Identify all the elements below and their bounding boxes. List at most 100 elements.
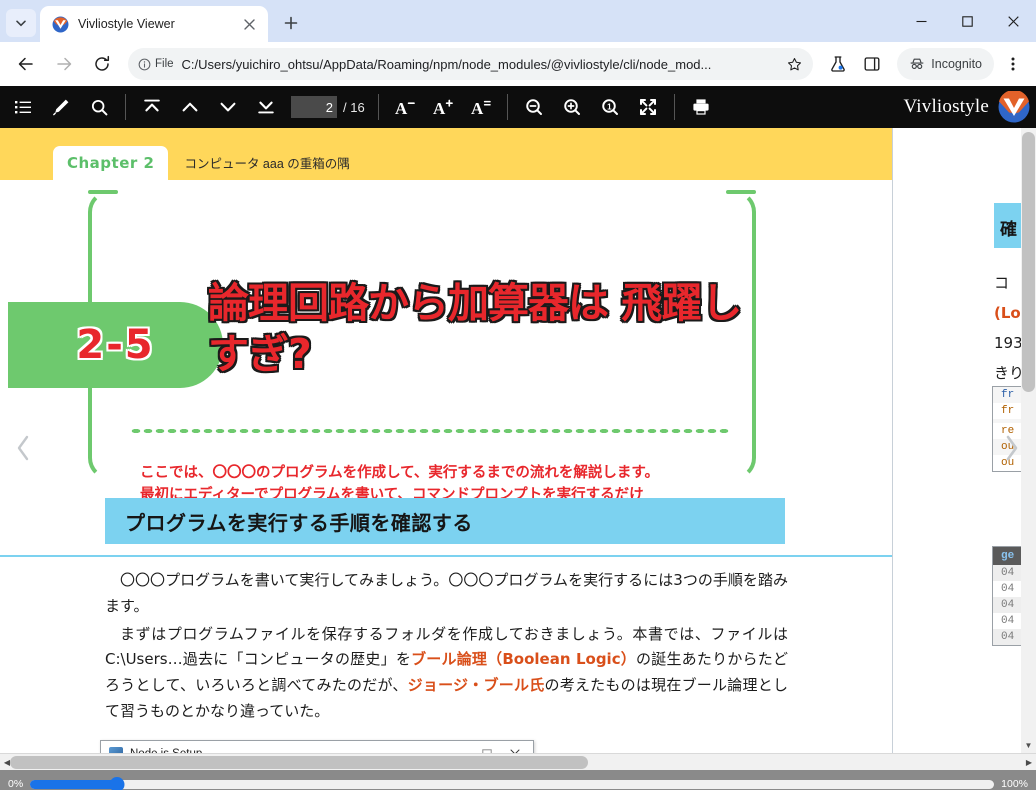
- default-font-button[interactable]: A: [462, 90, 500, 124]
- search-button[interactable]: [80, 90, 118, 124]
- forward-button[interactable]: [49, 49, 79, 79]
- decrease-font-button[interactable]: A: [386, 90, 424, 124]
- zoom-min-label: 0%: [8, 778, 24, 790]
- toolbar-divider: [673, 94, 675, 120]
- horizontal-scrollbar-thumb[interactable]: [10, 756, 588, 769]
- zoom-in-button[interactable]: [553, 90, 591, 124]
- scroll-down-arrow[interactable]: ▼: [1021, 738, 1036, 753]
- chevron-down-icon: [220, 102, 236, 112]
- section-title: 論理回路から加算器は 飛躍しすぎ?: [208, 279, 742, 379]
- increase-font-button[interactable]: A: [424, 90, 462, 124]
- zoom-slider[interactable]: [30, 776, 995, 790]
- svg-text:A: A: [395, 99, 408, 117]
- fit-to-screen-icon: [639, 99, 656, 115]
- jump-to-bottom-icon: [258, 101, 274, 114]
- tab-strip: Vivliostyle Viewer: [0, 0, 1036, 42]
- first-page-button[interactable]: [133, 90, 171, 124]
- zoom-out-button[interactable]: [515, 90, 553, 124]
- star-icon: [787, 57, 801, 70]
- hscroll-right-button[interactable]: ▶: [1022, 754, 1036, 771]
- fit-to-screen-button[interactable]: [629, 90, 667, 124]
- print-button[interactable]: [682, 90, 720, 124]
- printer-icon: [693, 99, 709, 115]
- next-page-arrow[interactable]: [995, 428, 1029, 468]
- toc-button[interactable]: [4, 90, 42, 124]
- browser-toolbar: File C:/Users/yuichiro_ohtsu/AppData/Roa…: [0, 42, 1036, 86]
- font-increase-icon: A: [433, 99, 453, 117]
- font-decrease-icon: A: [395, 99, 415, 117]
- tab-search-button[interactable]: [6, 9, 36, 37]
- vertical-scrollbar-thumb[interactable]: [1022, 132, 1035, 392]
- zoom-in-icon: [563, 99, 580, 115]
- svg-text:1: 1: [607, 102, 612, 111]
- new-tab-button[interactable]: [276, 8, 306, 38]
- next-page-button[interactable]: [209, 90, 247, 124]
- chapter-tab: Chapter 2: [53, 146, 169, 180]
- vivliostyle-logo-icon: [52, 16, 69, 32]
- experiments-button[interactable]: [823, 49, 853, 79]
- nodejs-setup-screenshot: Node.js Setup: [100, 740, 534, 753]
- toolbar-divider: [506, 94, 508, 120]
- incognito-icon: [910, 58, 924, 69]
- back-button[interactable]: [11, 49, 41, 79]
- jump-to-top-icon: [144, 99, 160, 112]
- side-panel-icon: [864, 57, 880, 71]
- page-total-label: / 16: [343, 99, 365, 115]
- paragraph-2-accent-1: ブール論理（Boolean Logic）: [411, 650, 637, 669]
- chapter-subtitle: コンピュータ aaa の重箱の隅: [184, 157, 350, 171]
- zoom-max-label: 100%: [1001, 778, 1028, 790]
- arrow-right-icon: [57, 57, 72, 71]
- page-indicator: / 16: [291, 96, 365, 118]
- horizontal-scrollbar[interactable]: ◀ ▶: [0, 753, 1036, 770]
- incognito-label: Incognito: [931, 57, 982, 71]
- screenshot-close-button: [501, 743, 529, 753]
- actual-size-button[interactable]: 1: [591, 90, 629, 124]
- section-number-badge: 2-5: [8, 302, 223, 388]
- highlighted-heading-text: プログラムを実行する手順を確認する: [125, 510, 473, 535]
- info-circle-icon: [138, 58, 151, 70]
- heading-underline: [0, 555, 892, 557]
- vivliostyle-brand: Vivliostyle: [903, 86, 1030, 128]
- zoom-actual-icon: 1: [601, 99, 618, 115]
- pen-icon: [53, 99, 69, 116]
- previous-page-button[interactable]: [171, 90, 209, 124]
- paragraph-2: まずはプログラムファイルを保存するフォルダを作成しておきましょう。本書では、ファ…: [105, 622, 788, 725]
- file-scheme-label: File: [155, 58, 174, 70]
- address-bar-url[interactable]: C:/Users/yuichiro_ohtsu/AppData/Roaming/…: [182, 57, 782, 72]
- next-page-highlight-text: 確: [1000, 220, 1017, 240]
- reload-button[interactable]: [87, 49, 117, 79]
- plus-icon: [284, 16, 298, 30]
- browser-menu-button[interactable]: [998, 49, 1028, 79]
- last-page-button[interactable]: [247, 90, 285, 124]
- previous-page-arrow[interactable]: [6, 428, 40, 468]
- browser-window: Vivliostyle Viewer File C:/Users/yuichir…: [0, 0, 1036, 790]
- bookmark-button[interactable]: [781, 51, 807, 77]
- incognito-indicator[interactable]: Incognito: [897, 48, 994, 80]
- page-number-input[interactable]: [291, 96, 337, 118]
- search-icon: [91, 99, 107, 115]
- marker-button[interactable]: [42, 90, 80, 124]
- three-dots-vertical-icon: [1011, 57, 1015, 71]
- window-minimize-button[interactable]: [898, 0, 944, 42]
- zoom-slider-knob[interactable]: [109, 776, 125, 790]
- toolbar-divider: [377, 94, 379, 120]
- zoom-slider-fill: [30, 779, 117, 789]
- browser-tab[interactable]: Vivliostyle Viewer: [40, 6, 268, 42]
- svg-text:A: A: [433, 99, 446, 117]
- paragraph-1: 〇〇〇プログラムを書いて実行してみましょう。〇〇〇プログラムを実行するには3つの…: [105, 571, 788, 615]
- toolbar-divider: [125, 94, 126, 120]
- window-close-button[interactable]: [990, 0, 1036, 42]
- reload-icon: [95, 55, 110, 71]
- window-maximize-button[interactable]: [944, 0, 990, 42]
- file-scheme-chip: File: [138, 58, 174, 71]
- highlighted-heading: プログラムを実行する手順を確認する: [105, 498, 785, 544]
- svg-text:A: A: [471, 99, 484, 117]
- side-panel-button[interactable]: [857, 49, 887, 79]
- close-icon: [243, 18, 255, 30]
- document-page: Chapter 2 コンピュータ aaa の重箱の隅 2-5 論理回路から加算器…: [0, 128, 893, 753]
- arrow-left-icon: [18, 57, 33, 71]
- screenshot-minimize-button: [445, 743, 473, 754]
- tab-close-button[interactable]: [238, 13, 260, 35]
- address-bar[interactable]: File C:/Users/yuichiro_ohtsu/AppData/Roa…: [128, 48, 814, 80]
- chapter-label: Chapter 2: [67, 154, 155, 172]
